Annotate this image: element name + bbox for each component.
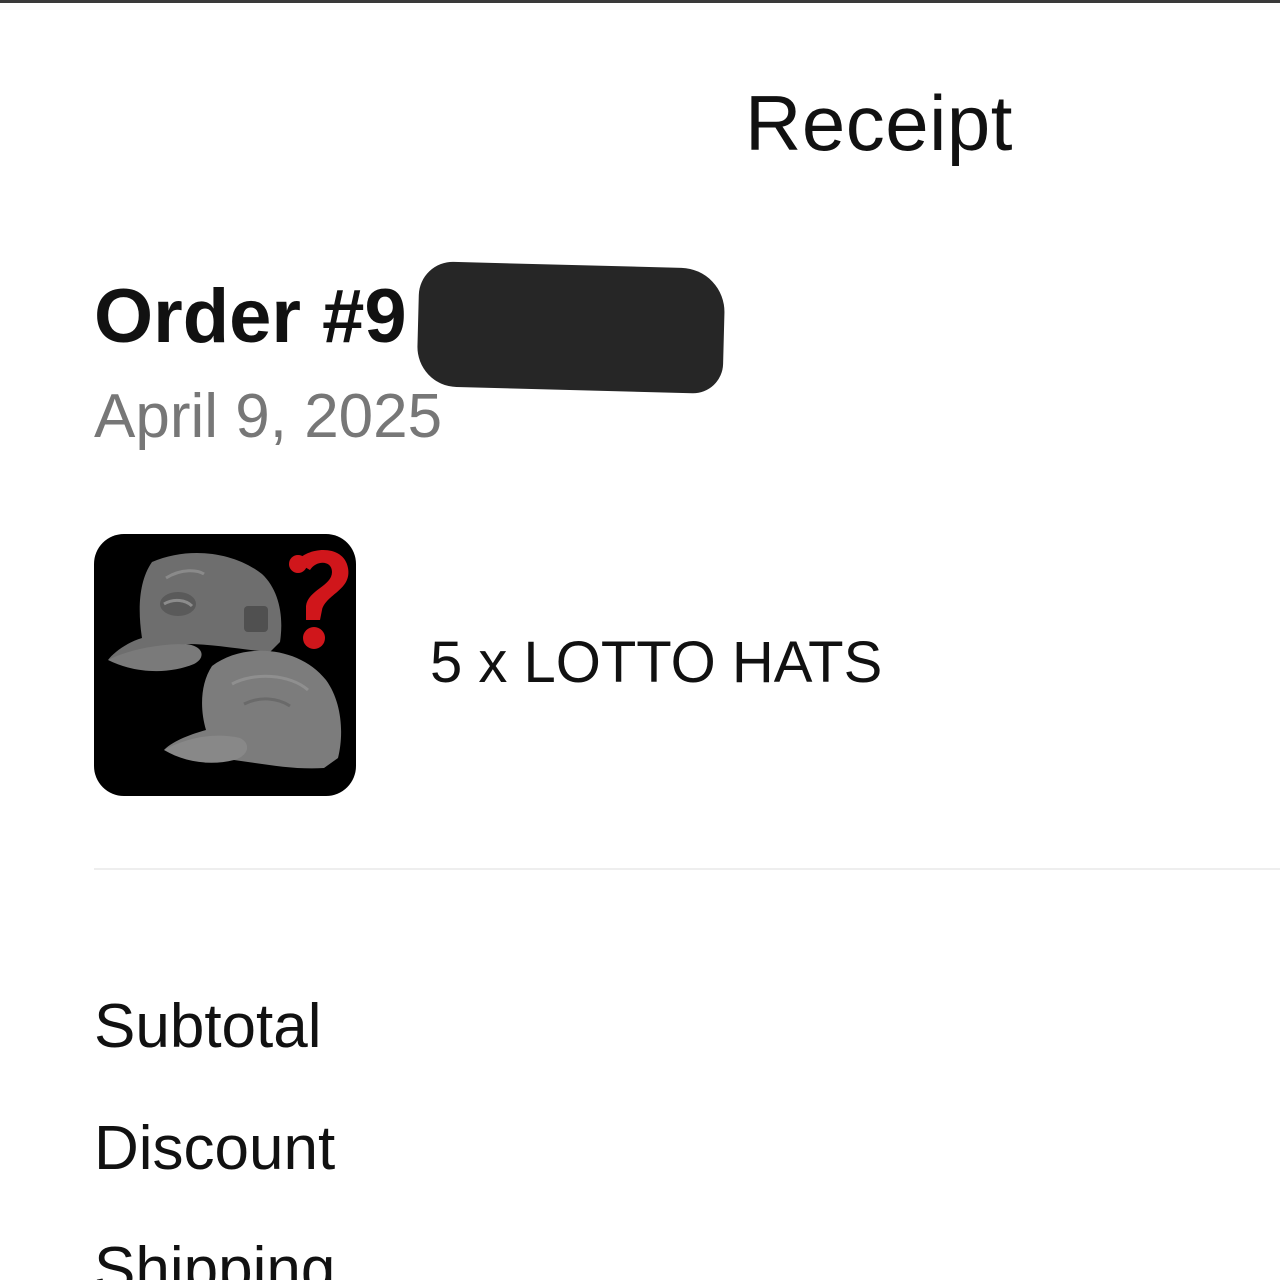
discount-label: Discount: [94, 1114, 336, 1183]
order-date: April 9, 2025: [94, 382, 443, 451]
top-border: [0, 0, 1280, 3]
order-number-line: Order #9: [94, 272, 407, 362]
lotto-hats-image: [108, 549, 349, 769]
order-number: Order #9: [94, 274, 407, 359]
page-title: Receipt: [745, 79, 1013, 167]
product-thumbnail[interactable]: [94, 534, 356, 796]
redaction-mark: [416, 261, 726, 394]
receipt-page: Receipt Order #9 April 9, 2025 5 x LOTTO…: [0, 0, 1280, 1280]
product-name[interactable]: 5 x LOTTO HATS: [430, 628, 882, 698]
subtotal-label: Subtotal: [94, 992, 322, 1061]
divider: [94, 868, 1280, 870]
shipping-label: Shipping: [94, 1235, 336, 1280]
